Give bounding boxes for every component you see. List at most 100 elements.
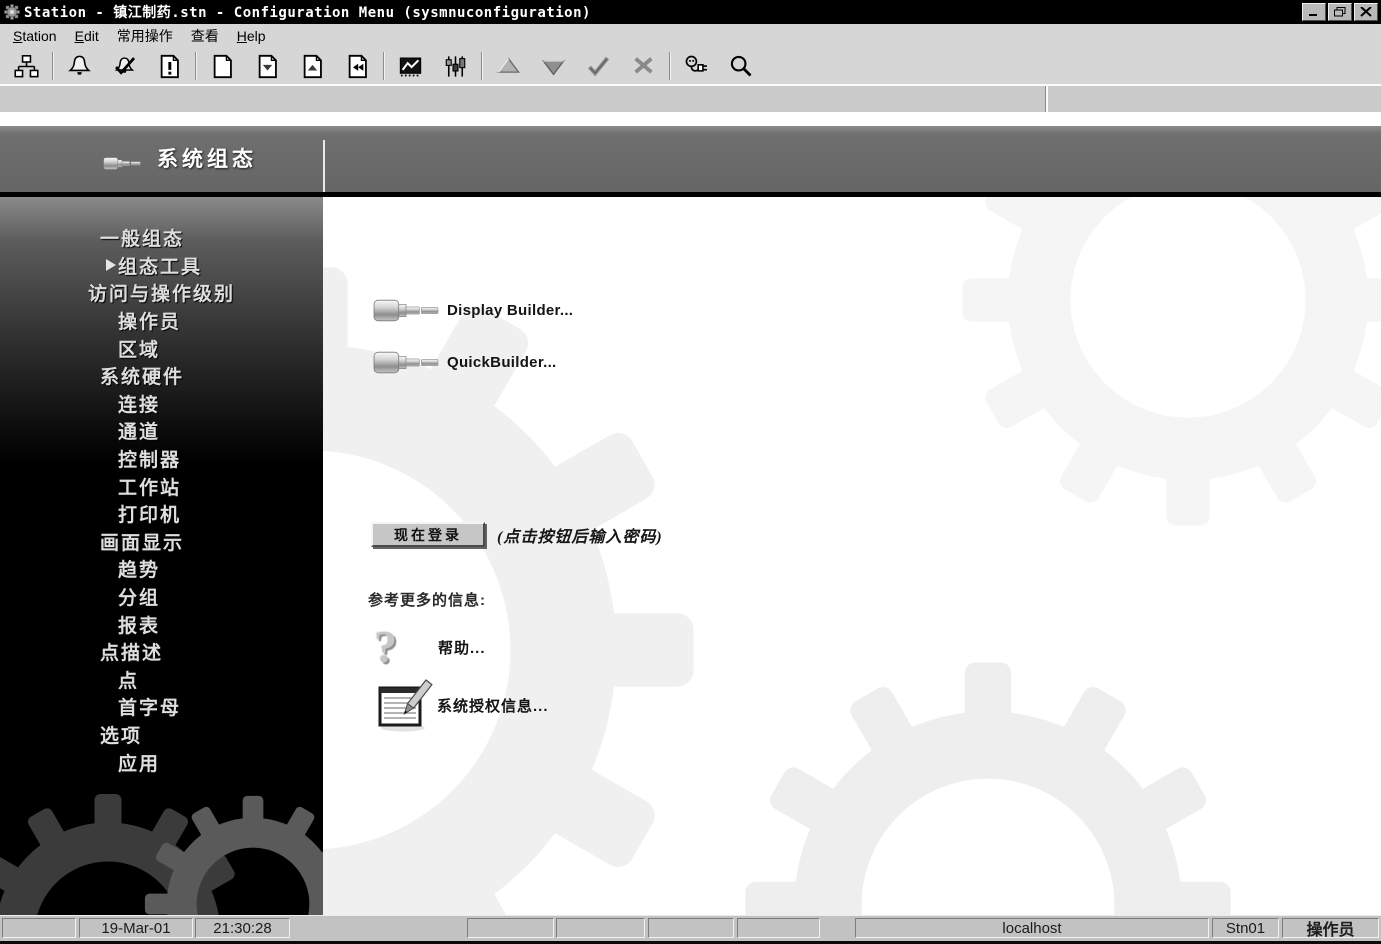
sidebar-item[interactable]: 操作员 <box>0 307 323 335</box>
sidebar-item[interactable]: 工作站 <box>0 472 323 500</box>
toolbar-button-alert-page[interactable] <box>147 50 192 82</box>
toolbar-button-search[interactable] <box>719 50 764 82</box>
toolbar-button-alarm[interactable] <box>57 50 102 82</box>
window-titlebar: Station - 镇江制药.stn - Configuration Menu … <box>0 0 1381 24</box>
toolbar-button-accept[interactable] <box>576 50 621 82</box>
toolbar-button-connect[interactable] <box>674 50 719 82</box>
alert-page-icon <box>160 54 179 78</box>
sidebar-item-label: 连接 <box>118 394 161 416</box>
page-title: 系统组态 <box>157 148 257 171</box>
minimize-button[interactable] <box>1302 3 1326 21</box>
gear-decoration <box>138 789 323 915</box>
status-user: 操作员 <box>1282 918 1379 939</box>
sidebar-item[interactable]: 一般组态 <box>0 224 323 252</box>
body: 一般组态 组态工具 访问与操作级别 操作员 区域 系统硬件 连接 通道 控制器 … <box>0 197 1381 915</box>
group-display-icon <box>445 55 466 77</box>
command-zone[interactable] <box>0 84 1381 112</box>
key-icon <box>373 347 439 378</box>
menubar-item[interactable]: 查看 <box>182 24 228 48</box>
sidebar-item[interactable]: 点 <box>0 666 323 694</box>
page-banner: 系统组态 <box>0 126 1381 192</box>
sidebar-item-label: 通道 <box>118 422 161 444</box>
toolbar-button-alarm-ack[interactable] <box>102 50 147 82</box>
quickbuilder-link[interactable]: QuickBuilder... <box>373 347 557 378</box>
toolbar-button-blank-page[interactable] <box>200 50 245 82</box>
sidebar-item[interactable]: 连接 <box>0 390 323 418</box>
sidebar-item[interactable]: 选项 <box>0 721 323 749</box>
sidebar-item[interactable]: 首字母 <box>0 693 323 721</box>
banner-divider <box>323 140 325 192</box>
sidebar-item[interactable]: 画面显示 <box>0 528 323 556</box>
menubar-item[interactable]: Edit <box>66 26 108 46</box>
blank-page-icon <box>213 54 232 78</box>
display-builder-link[interactable]: Display Builder... <box>373 295 573 326</box>
gear-watermark <box>948 197 1381 540</box>
status-date: 19-Mar-01 <box>79 918 193 938</box>
status-server: localhost <box>855 918 1209 938</box>
sidebar-item[interactable]: 分组 <box>0 583 323 611</box>
toolbar-button-page-up[interactable] <box>290 50 335 82</box>
menubar-item[interactable]: 常用操作 <box>108 24 182 48</box>
toolbar-button-group[interactable] <box>433 50 478 82</box>
toolbar-button-trend[interactable] <box>388 50 433 82</box>
sidebar-item-label: 趋势 <box>118 560 161 582</box>
connect-plug-icon <box>685 55 707 72</box>
sidebar-item-label: 打印机 <box>118 505 182 527</box>
app-gear-icon <box>4 4 20 20</box>
help-link[interactable]: ? 帮助... <box>374 622 486 672</box>
gear-watermark <box>323 243 718 915</box>
toolbar-button-page-down[interactable] <box>245 50 290 82</box>
question-mark-icon: ? <box>374 621 397 672</box>
status-time: 21:30:28 <box>195 918 290 938</box>
sidebar-item[interactable]: 报表 <box>0 610 323 638</box>
network-hierarchy-icon <box>14 54 39 77</box>
station-window: Station - 镇江制药.stn - Configuration Menu … <box>0 0 1381 944</box>
close-button[interactable] <box>1354 3 1378 21</box>
toolbar-button-network[interactable] <box>4 50 49 82</box>
menubar-item[interactable]: Station <box>4 26 66 46</box>
display-builder-label: Display Builder... <box>447 302 574 319</box>
status-cell-empty <box>467 918 554 938</box>
sidebar-item-label: 首字母 <box>118 698 182 720</box>
login-row: 现在登录 (点击按钮后输入密码) <box>371 522 663 547</box>
sidebar-item-label: 工作站 <box>118 477 182 499</box>
login-now-button[interactable]: 现在登录 <box>371 522 485 547</box>
status-cell-empty <box>556 918 645 938</box>
help-label: 帮助... <box>438 639 486 657</box>
sidebar-item[interactable]: 通道 <box>0 417 323 445</box>
sidebar-item[interactable]: 系统硬件 <box>0 362 323 390</box>
sidebar-item[interactable]: 区域 <box>0 334 323 362</box>
menu-bar: Station Edit 常用操作 查看 Help <box>0 24 1381 48</box>
toolbar-button-lower[interactable] <box>531 50 576 82</box>
sidebar-item[interactable]: 应用 <box>0 748 323 776</box>
toolbar-button-raise[interactable] <box>486 50 531 82</box>
sidebar-item[interactable]: 趋势 <box>0 555 323 583</box>
restore-icon <box>1334 7 1346 17</box>
sidebar-item[interactable]: 组态工具 <box>0 252 323 280</box>
sidebar-item[interactable]: 控制器 <box>0 445 323 473</box>
toolbar <box>0 48 1381 84</box>
cancel-icon <box>634 56 653 74</box>
status-station-id: Stn01 <box>1212 918 1279 938</box>
sidebar-item-label: 画面显示 <box>100 532 185 554</box>
sidebar-item[interactable]: 点描述 <box>0 638 323 666</box>
restore-button[interactable] <box>1328 3 1352 21</box>
sidebar-item-label: 访问与操作级别 <box>88 284 236 306</box>
trend-chart-icon <box>399 57 422 76</box>
license-info-link[interactable]: 系统授权信息... <box>373 677 549 733</box>
search-icon <box>730 55 752 76</box>
toolbar-button-page-back[interactable] <box>335 50 380 82</box>
quickbuilder-label: QuickBuilder... <box>447 354 557 371</box>
raise-icon <box>497 57 520 73</box>
key-icon <box>373 295 439 326</box>
toolbar-button-cancel[interactable] <box>621 50 666 82</box>
sidebar-item[interactable]: 访问与操作级别 <box>0 279 323 307</box>
toolbar-separator <box>383 52 385 80</box>
page-up-icon <box>303 54 322 78</box>
sidebar-item[interactable]: 打印机 <box>0 500 323 528</box>
sidebar-item-label: 一般组态 <box>100 229 185 251</box>
gear-watermark <box>730 647 1246 915</box>
menubar-item[interactable]: Help <box>228 26 275 46</box>
sidebar-item-label: 分组 <box>118 588 161 610</box>
toolbar-separator <box>669 52 671 80</box>
